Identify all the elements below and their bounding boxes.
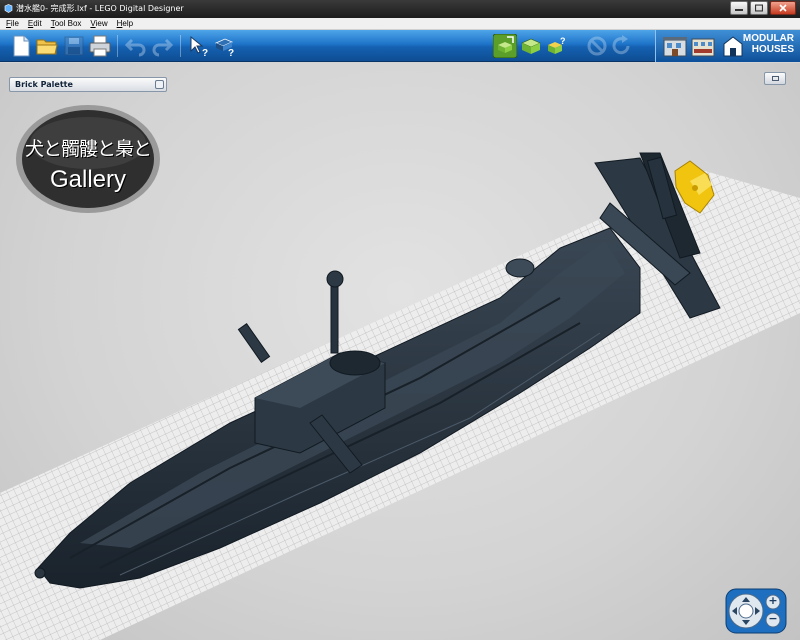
close-icon bbox=[779, 4, 787, 12]
view-options-button[interactable] bbox=[764, 72, 786, 85]
menu-edit[interactable]: Edit bbox=[28, 18, 42, 29]
logo-text-gallery: Gallery bbox=[49, 166, 127, 193]
help-tour-icon: ? bbox=[215, 38, 234, 58]
camera-control[interactable]: + − bbox=[725, 588, 787, 634]
share-icon bbox=[587, 36, 607, 56]
theme-label-line1: MODULAR bbox=[742, 33, 794, 44]
open-button[interactable] bbox=[35, 34, 59, 58]
build-mode-button[interactable] bbox=[493, 34, 517, 58]
save-button[interactable] bbox=[62, 34, 86, 58]
gallery-logo: 犬と髑髏と梟と Gallery bbox=[14, 103, 162, 215]
theme-label-line2: HOUSES bbox=[751, 44, 794, 55]
minimize-icon bbox=[735, 9, 743, 11]
title-bar: 潜水艦0- 完成形.lxf - LEGO Digital Designer bbox=[0, 0, 800, 18]
building-guide-button[interactable]: ? bbox=[545, 34, 569, 58]
svg-text:?: ? bbox=[228, 48, 234, 58]
minimize-button[interactable] bbox=[730, 1, 748, 15]
modular-house-icon bbox=[723, 36, 743, 57]
main-toolbar: ? ? ? MODULAR HOUSES bbox=[0, 30, 800, 62]
help-pointer-button[interactable]: ? bbox=[187, 34, 211, 58]
new-file-icon bbox=[13, 35, 30, 57]
close-button[interactable] bbox=[770, 1, 796, 15]
3d-viewport[interactable]: Brick Palette 犬と髑髏と梟と Gallery + − bbox=[0, 63, 800, 640]
camera-view-icon bbox=[772, 76, 779, 81]
theme-selector[interactable]: MODULAR HOUSES bbox=[655, 30, 800, 62]
logo-text-japanese: 犬と髑髏と梟と bbox=[24, 138, 152, 160]
view-mode-icon bbox=[521, 38, 541, 54]
building-guide-icon: ? bbox=[548, 36, 566, 54]
save-disk-icon bbox=[64, 36, 84, 56]
print-button[interactable] bbox=[88, 34, 112, 58]
undo-icon bbox=[124, 38, 146, 57]
maximize-icon bbox=[755, 4, 763, 12]
help-tour-button[interactable]: ? bbox=[213, 34, 237, 58]
svg-text:?: ? bbox=[202, 48, 208, 58]
theme-label: MODULAR HOUSES bbox=[743, 33, 794, 55]
redo-button[interactable] bbox=[150, 34, 174, 58]
open-folder-icon bbox=[36, 39, 58, 55]
help-pointer-icon: ? bbox=[190, 35, 208, 58]
refresh-button[interactable] bbox=[609, 34, 633, 58]
share-button[interactable] bbox=[585, 34, 609, 58]
print-icon bbox=[89, 35, 111, 57]
refresh-icon bbox=[612, 35, 630, 55]
menu-help[interactable]: Help bbox=[117, 18, 133, 29]
view-mode-button[interactable] bbox=[519, 34, 543, 58]
brick-palette-title: Brick Palette bbox=[15, 80, 73, 89]
redo-icon bbox=[152, 38, 174, 57]
menu-view[interactable]: View bbox=[90, 18, 107, 29]
menu-file[interactable]: File bbox=[6, 18, 19, 29]
house-detail-icon bbox=[691, 38, 715, 57]
svg-text:?: ? bbox=[560, 36, 566, 46]
zoom-in-button[interactable]: + bbox=[768, 594, 778, 607]
menu-bar: File Edit Tool Box View Help bbox=[0, 18, 800, 30]
house-icon bbox=[663, 37, 687, 57]
brick-palette-panel[interactable]: Brick Palette bbox=[9, 77, 167, 92]
menu-toolbox[interactable]: Tool Box bbox=[51, 18, 82, 29]
new-file-button[interactable] bbox=[9, 34, 33, 58]
undo-button[interactable] bbox=[124, 34, 148, 58]
zoom-out-button[interactable]: − bbox=[768, 612, 778, 625]
build-mode-icon bbox=[493, 34, 517, 58]
ldd-app-icon bbox=[4, 4, 13, 13]
window-title: 潜水艦0- 完成形.lxf - LEGO Digital Designer bbox=[16, 4, 184, 13]
palette-toggle-button[interactable] bbox=[155, 80, 164, 89]
maximize-button[interactable] bbox=[750, 1, 768, 15]
